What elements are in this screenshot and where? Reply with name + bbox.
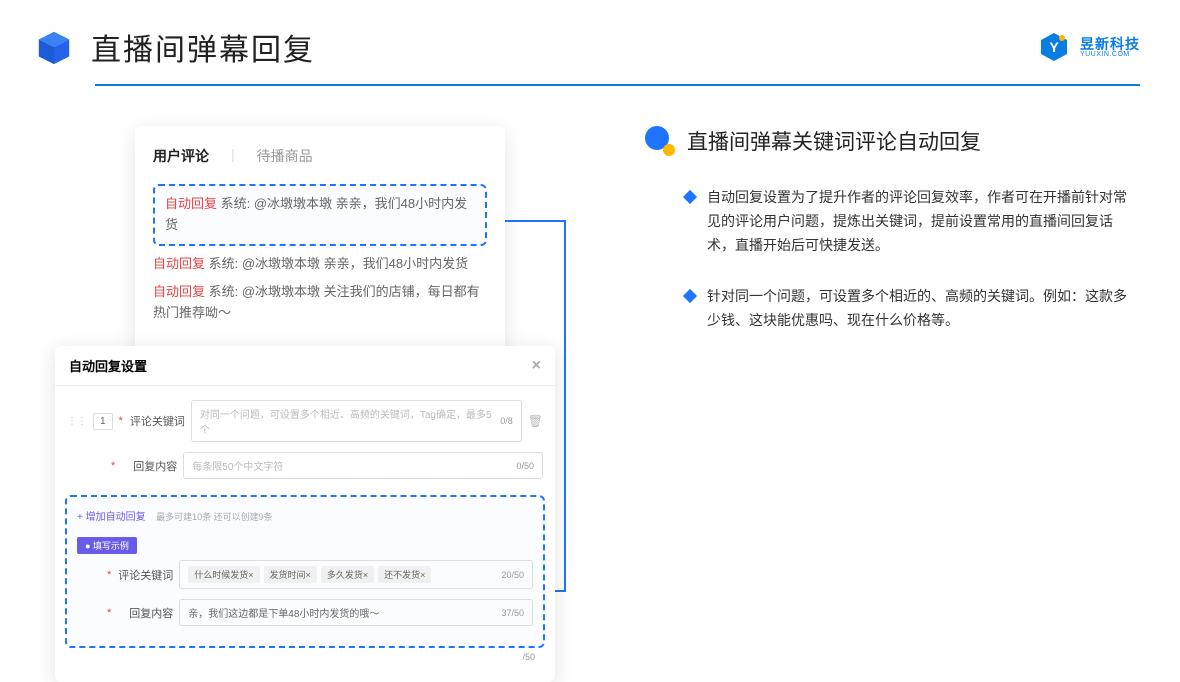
tag[interactable]: 什么时候发货× xyxy=(188,566,259,583)
logo-cn: 昱新科技 xyxy=(1080,37,1140,51)
bubble-icon xyxy=(645,126,675,156)
rule-number: 1 xyxy=(93,413,113,430)
auto-reply-tag: 自动回复 xyxy=(153,284,205,299)
drag-handle-icon[interactable]: ⋮⋮ xyxy=(67,416,87,427)
header: 直播间弹幕回复 Y 昱新科技 YUUXIN.COM xyxy=(0,0,1180,84)
example-block: + 增加自动回复 最多可建10条 还可以创建9条 ● 填写示例 * 评论关键词 … xyxy=(65,495,545,648)
example-rp-input: 亲，我们这边都是下单48小时内发货的哦～ 37/50 xyxy=(179,599,533,626)
example-kw-label: 评论关键词 xyxy=(117,567,173,583)
add-hint: 最多可建10条 还可以创建9条 xyxy=(156,512,273,522)
modal-title: 自动回复设置 xyxy=(69,356,147,375)
header-left: 直播间弹幕回复 xyxy=(35,25,315,69)
reply-input[interactable]: 每条限50个中文字符 0/50 xyxy=(183,452,543,479)
bullet-text: 针对同一个问题，可设置多个相近的、高频的关键词。例如：这款多少钱、这块能优惠吗、… xyxy=(707,285,1140,333)
required-icon: * xyxy=(119,415,123,427)
keyword-label: 评论关键词 xyxy=(129,413,185,429)
section-title: 直播间弹幕关键词评论自动回复 xyxy=(687,126,981,156)
example-badge: ● 填写示例 xyxy=(77,537,137,554)
svg-text:Y: Y xyxy=(1049,39,1059,55)
tag[interactable]: 多久发货× xyxy=(321,566,374,583)
bullet-text: 自动回复设置为了提升作者的评论回复效率，作者可在开播前针对常见的评论用户问题，提… xyxy=(707,186,1140,257)
close-icon[interactable]: × xyxy=(532,357,541,375)
comment-row: 自动回复 系统: @冰墩墩本墩 关注我们的店铺，每日都有热门推荐呦～ xyxy=(153,282,487,324)
example-kw-input: 什么时候发货× 发货时间× 多久发货× 还不发货× 20/50 xyxy=(179,560,533,589)
example-rp-label: 回复内容 xyxy=(117,605,173,621)
delete-icon[interactable]: 🗑 xyxy=(528,414,543,428)
add-reply-link[interactable]: + 增加自动回复 xyxy=(77,512,146,523)
comment-row: 自动回复 系统: @冰墩墩本墩 亲亲，我们48小时内发货 xyxy=(153,254,487,275)
tab-pending-goods[interactable]: 待播商品 xyxy=(257,146,313,166)
tag[interactable]: 还不发货× xyxy=(378,566,431,583)
bullet-item: 自动回复设置为了提升作者的评论回复效率，作者可在开播前针对常见的评论用户问题，提… xyxy=(685,186,1140,257)
tab-user-comments[interactable]: 用户评论 xyxy=(153,146,209,166)
logo-en: YUUXIN.COM xyxy=(1080,51,1140,58)
tag[interactable]: 发货时间× xyxy=(264,566,317,583)
diamond-icon xyxy=(683,190,697,204)
description-column: 直播间弹幕关键词评论自动回复 自动回复设置为了提升作者的评论回复效率，作者可在开… xyxy=(645,126,1140,361)
diamond-icon xyxy=(683,289,697,303)
auto-reply-tag: 自动回复 xyxy=(153,256,205,271)
cube-icon xyxy=(35,28,73,66)
settings-modal: 自动回复设置 × ⋮⋮ 1 * 评论关键词 对同一个问题，可设置多个相近、高频的… xyxy=(55,346,555,682)
tab-divider: | xyxy=(231,146,235,166)
comment-text: 系统: @冰墩墩本墩 亲亲，我们48小时内发货 xyxy=(205,256,468,271)
logo-hex-icon: Y xyxy=(1038,31,1070,63)
bullet-item: 针对同一个问题，可设置多个相近的、高频的关键词。例如：这款多少钱、这块能优惠吗、… xyxy=(685,285,1140,333)
keyword-input[interactable]: 对同一个问题，可设置多个相近、高频的关键词，Tag确定，最多5个 0/8 xyxy=(191,400,522,442)
brand-logo: Y 昱新科技 YUUXIN.COM xyxy=(1038,31,1140,63)
page-title: 直播间弹幕回复 xyxy=(91,25,315,69)
screenshot-column: 用户评论 | 待播商品 自动回复 系统: @冰墩墩本墩 亲亲，我们48小时内发货… xyxy=(55,126,575,361)
comment-highlighted: 自动回复 系统: @冰墩墩本墩 亲亲，我们48小时内发货 xyxy=(153,184,487,246)
reply-label: 回复内容 xyxy=(121,458,177,474)
required-icon: * xyxy=(111,460,115,472)
tabs: 用户评论 | 待播商品 xyxy=(153,146,487,166)
trailing-count: /50 xyxy=(55,648,555,662)
auto-reply-tag: 自动回复 xyxy=(165,196,217,211)
